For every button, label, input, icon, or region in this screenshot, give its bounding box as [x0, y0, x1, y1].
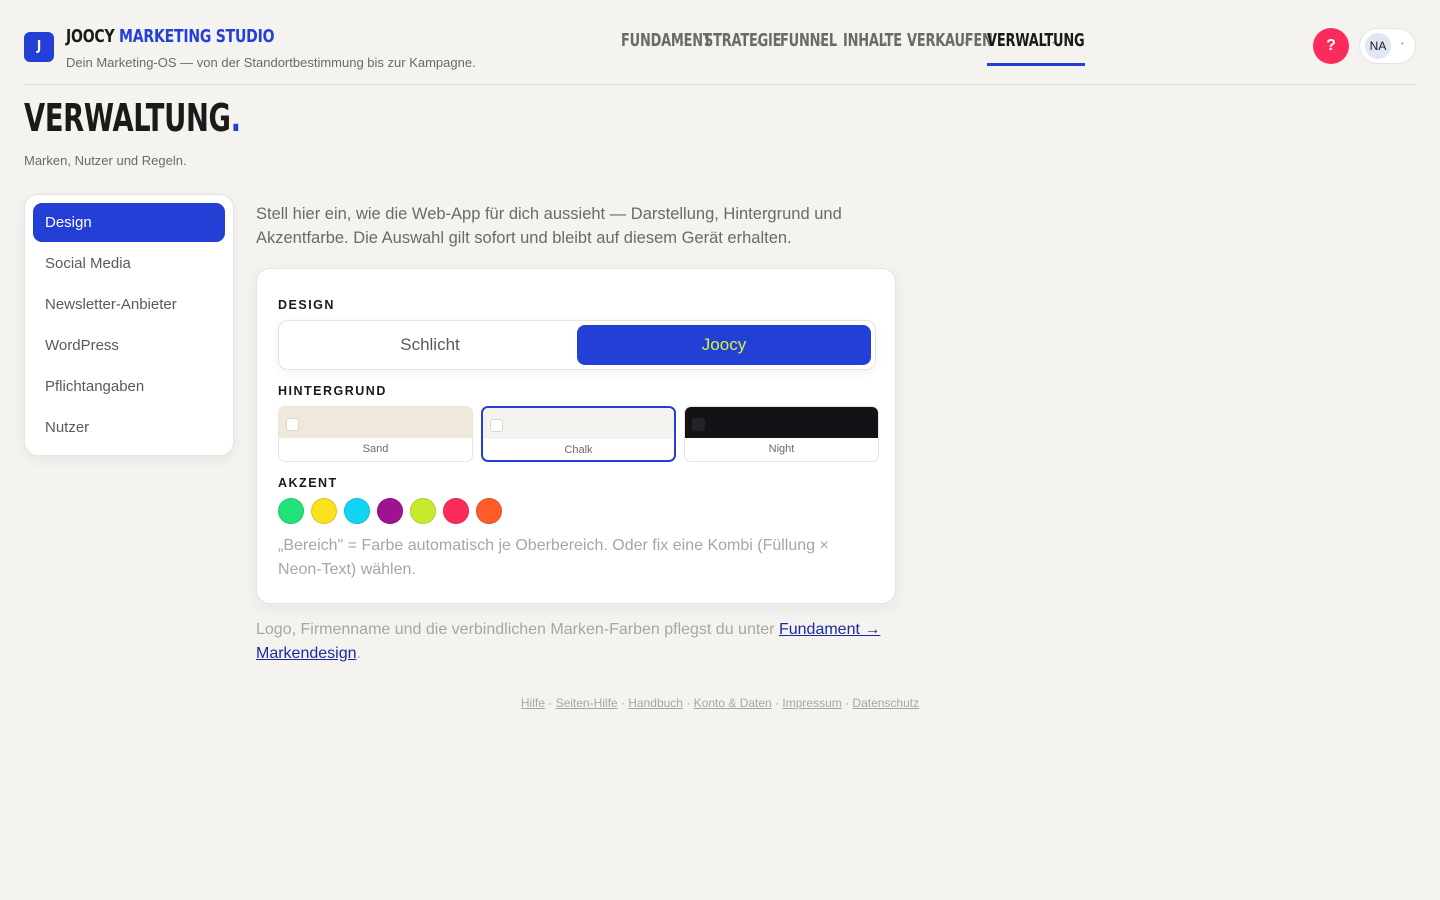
background-option-label: Sand: [362, 443, 389, 455]
background-swatch: [279, 407, 472, 438]
app-logo[interactable]: J: [24, 32, 54, 62]
main-nav: FUNDAMENT • STRATEGIE • FUNNEL • INHALTE • VERKA…: [621, 30, 1085, 66]
background-option-label: Night: [768, 443, 795, 455]
nav-item-inhalte[interactable]: INHALTE •: [842, 30, 902, 60]
brand-settings-note-end: .: [356, 645, 361, 662]
background-option-label: Chalk: [564, 444, 593, 456]
nav-item-verwaltung[interactable]: VERWALTUNG •: [987, 30, 1085, 66]
nav-item-label: FUNNEL: [779, 30, 837, 51]
nav-item-verkaufen[interactable]: VERKAUFEN •: [906, 30, 993, 60]
page-title: VERWALTUNG.: [24, 96, 241, 140]
background-option-night[interactable]: Night: [684, 406, 879, 462]
page-title-text: VERWALTUNG: [24, 96, 231, 140]
accent-section-label: AKZENT: [278, 476, 338, 490]
sidebar-item-nutzer[interactable]: Nutzer: [33, 408, 225, 447]
footer-separator: ·: [617, 696, 629, 710]
background-options: Sand Chalk Night: [278, 406, 879, 462]
nav-item-fundament[interactable]: FUNDAMENT •: [621, 30, 712, 60]
background-option-sand[interactable]: Sand: [278, 406, 473, 462]
footer-separator: ·: [771, 696, 783, 710]
avatar: NA: [1365, 33, 1391, 59]
sidebar-item-wordpress[interactable]: WordPress: [33, 326, 225, 365]
sidebar-item-pflichtangaben[interactable]: Pflichtangaben: [33, 367, 225, 406]
design-section-label: DESIGN: [278, 298, 335, 312]
nav-item-label: VERKAUFEN: [906, 30, 993, 51]
design-option-joocy[interactable]: Joocy: [577, 325, 871, 365]
checkbox-icon: [692, 418, 705, 431]
accent-swatch-7[interactable]: [476, 498, 502, 524]
accent-swatch-1[interactable]: [278, 498, 304, 524]
nav-item-funnel[interactable]: FUNNEL •: [779, 30, 837, 60]
brand-settings-note: Logo, Firmenname und die verbindlichen M…: [256, 618, 916, 666]
sidebar-item-social-media[interactable]: Social Media: [33, 244, 225, 283]
accent-swatches: [278, 498, 502, 524]
nav-active-indicator: [987, 63, 1085, 66]
app-header: J JOOCY MARKETING STUDIO Dein Marketing-…: [24, 0, 1416, 85]
checkbox-icon: [286, 418, 299, 431]
nav-item-label: FUNDAMENT: [621, 30, 712, 51]
background-swatch: [685, 407, 878, 438]
nav-item-label: STRATEGIE: [704, 30, 782, 51]
accent-swatch-5[interactable]: [410, 498, 436, 524]
accent-swatch-3[interactable]: [344, 498, 370, 524]
sidebar-item-newsletter-anbieter[interactable]: Newsletter-Anbieter: [33, 285, 225, 324]
nav-item-strategie[interactable]: STRATEGIE •: [704, 30, 782, 60]
brand-name-part2: MARKETING STUDIO: [119, 26, 275, 47]
user-menu-button[interactable]: NA •: [1359, 28, 1416, 64]
brand-tagline: Dein Marketing-OS — von der Standortbest…: [66, 55, 476, 70]
accent-swatch-2[interactable]: [311, 498, 337, 524]
footer-link-datenschutz[interactable]: Datenschutz: [852, 696, 919, 710]
brand-settings-note-text: Logo, Firmenname und die verbindlichen M…: [256, 621, 779, 638]
design-intro-text: Stell hier ein, wie die Web-App für dich…: [256, 205, 842, 247]
accent-swatch-4[interactable]: [377, 498, 403, 524]
chevron-down-icon: •: [1401, 39, 1404, 48]
design-settings-card: DESIGN Schlicht Joocy HINTERGRUND Sand Ch…: [256, 268, 896, 604]
design-toggle: Schlicht Joocy: [278, 320, 876, 370]
footer-separator: ·: [841, 696, 853, 710]
brand-name-part1: JOOCY: [66, 26, 115, 47]
design-option-schlicht[interactable]: Schlicht: [283, 325, 577, 365]
footer-link-seiten-hilfe[interactable]: Seiten-Hilfe: [556, 696, 618, 710]
nav-item-label: VERWALTUNG: [987, 30, 1085, 51]
footer-separator: ·: [682, 696, 694, 710]
page-subtitle: Marken, Nutzer und Regeln.: [24, 153, 187, 168]
background-section-label: HINTERGRUND: [278, 384, 387, 398]
brand-name: JOOCY MARKETING STUDIO: [66, 26, 275, 47]
accent-note: „Bereich" = Farbe automatisch je Oberber…: [278, 537, 829, 578]
accent-swatch-6[interactable]: [443, 498, 469, 524]
footer-separator: ·: [544, 696, 556, 710]
checkbox-icon: [490, 419, 503, 432]
help-button[interactable]: ?: [1313, 28, 1349, 64]
footer-link-handbuch[interactable]: Handbuch: [628, 696, 683, 710]
background-swatch: [483, 408, 674, 439]
footer-link-konto-daten[interactable]: Konto & Daten: [694, 696, 772, 710]
background-option-chalk[interactable]: Chalk: [481, 406, 676, 462]
nav-item-label: INHALTE: [842, 30, 902, 51]
page-footer: Hilfe · Seiten-Hilfe · Handbuch · Konto …: [0, 696, 1440, 710]
footer-link-impressum[interactable]: Impressum: [782, 696, 841, 710]
settings-sidebar: Design Social Media Newsletter-Anbieter Wor…: [24, 194, 234, 456]
sidebar-item-design[interactable]: Design: [33, 203, 225, 242]
page-title-dot: .: [230, 96, 241, 140]
footer-link-hilfe[interactable]: Hilfe: [521, 696, 545, 710]
